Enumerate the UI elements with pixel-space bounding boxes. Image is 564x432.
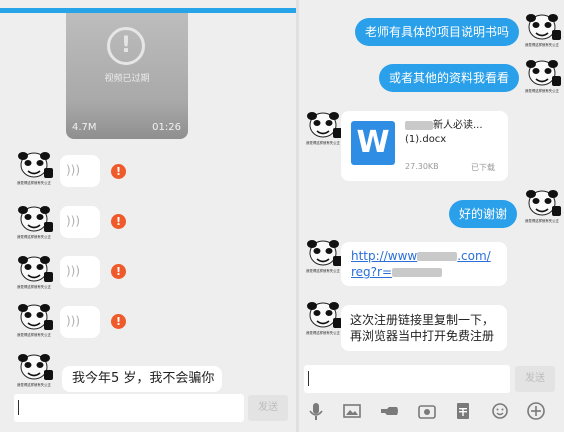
text-message-bubble[interactable]: 我今年5 岁，我不会骗你 xyxy=(62,366,222,392)
voice-wave-icon: ))) xyxy=(66,214,81,228)
avatar-caption: 我觉得这样就有失公正 xyxy=(306,269,340,273)
self-avatar[interactable]: 我觉得这样就有失公正 xyxy=(522,58,562,94)
avatar-caption: 我觉得这样就有失公正 xyxy=(525,43,559,47)
message-input[interactable] xyxy=(304,365,510,393)
text-message-bubble[interactable]: 这次注册链接里复制一下，再浏览器当中打开免费注册 xyxy=(341,305,507,351)
voice-message-bubble[interactable]: ))) xyxy=(60,206,100,238)
avatar[interactable]: 我觉得这样就有失公正 xyxy=(14,204,54,240)
self-avatar[interactable]: 我觉得这样就有失公正 xyxy=(522,188,562,224)
video-expired-label: 视频已过期 xyxy=(104,74,150,84)
contact-avatar[interactable]: 我觉得这样就有失公正 xyxy=(303,238,343,274)
avatar-caption: 我觉得这样就有失公正 xyxy=(17,235,51,239)
registration-link[interactable]: http://www .com/reg?r= xyxy=(351,249,491,279)
input-toolbar xyxy=(299,392,564,432)
link-message-bubble[interactable]: http://www .com/reg?r= xyxy=(341,242,507,286)
image-icon[interactable] xyxy=(341,400,363,422)
file-name: 新人必读... (1).docx xyxy=(405,119,483,147)
avatar[interactable]: 我觉得这样就有失公正 xyxy=(14,302,54,338)
voice-wave-icon: ))) xyxy=(66,163,81,177)
hand-icon[interactable] xyxy=(379,400,401,422)
sent-message-bubble[interactable]: 好的谢谢 xyxy=(449,200,518,228)
sent-message-bubble[interactable]: 或者其他的资料我看看 xyxy=(379,64,520,92)
sent-message-bubble[interactable]: 老师有具体的项目说明书吗 xyxy=(355,18,520,46)
send-failed-icon[interactable]: ! xyxy=(111,264,126,279)
contact-avatar[interactable]: 我觉得这样就有失公正 xyxy=(303,110,343,146)
avatar-caption: 我觉得这样就有失公正 xyxy=(525,219,559,223)
avatar[interactable]: 我觉得这样就有失公正 xyxy=(14,352,54,388)
avatar-caption: 我觉得这样就有失公正 xyxy=(17,333,51,337)
avatar-caption: 我觉得这样就有失公正 xyxy=(17,383,51,387)
file-attachment-card[interactable]: W 新人必读... (1).docx 27.30KB 已下载 xyxy=(341,111,508,181)
voice-wave-icon: ))) xyxy=(66,314,81,328)
avatar-caption: 我觉得这样就有失公正 xyxy=(525,89,559,93)
plus-icon[interactable] xyxy=(525,400,547,422)
left-chat-pane: ! 视频已过期 4.7M 01:26 我觉得这样就有失公正 ))) ! 我觉得这… xyxy=(0,0,296,432)
avatar-caption: 我觉得这样就有失公正 xyxy=(306,331,340,335)
video-size: 4.7M xyxy=(72,122,97,133)
voice-message-bubble[interactable]: ))) xyxy=(60,306,100,338)
red-packet-icon[interactable] xyxy=(452,400,474,422)
expired-video-card[interactable]: ! 视频已过期 4.7M 01:26 xyxy=(66,13,188,139)
download-status: 已下载 xyxy=(471,163,495,172)
redacted-text xyxy=(405,120,433,130)
avatar-caption: 我觉得这样就有失公正 xyxy=(17,285,51,289)
self-avatar[interactable]: 我觉得这样就有失公正 xyxy=(522,12,562,48)
emoji-icon[interactable] xyxy=(489,400,511,422)
send-button[interactable]: 发送 xyxy=(248,395,288,421)
file-name-line2: (1).docx xyxy=(405,134,447,145)
send-failed-icon[interactable]: ! xyxy=(111,164,126,179)
avatar-caption: 我觉得这样就有失公正 xyxy=(17,181,51,185)
alert-circle-icon: ! xyxy=(107,27,145,65)
avatar[interactable]: 我觉得这样就有失公正 xyxy=(14,150,54,186)
voice-message-bubble[interactable]: ))) xyxy=(60,155,100,187)
send-failed-icon[interactable]: ! xyxy=(111,314,126,329)
avatar[interactable]: 我觉得这样就有失公正 xyxy=(14,254,54,290)
file-size: 27.30KB xyxy=(405,162,439,171)
video-duration: 01:26 xyxy=(152,122,181,133)
voice-message-bubble[interactable]: ))) xyxy=(60,256,100,288)
contact-avatar[interactable]: 我觉得这样就有失公正 xyxy=(303,300,343,336)
word-document-icon: W xyxy=(351,121,395,165)
right-chat-pane: 老师有具体的项目说明书吗 我觉得这样就有失公正 或者其他的资料我看看 我觉得这样… xyxy=(299,0,564,432)
send-button[interactable]: 发送 xyxy=(515,366,555,392)
send-failed-icon[interactable]: ! xyxy=(111,214,126,229)
file-name-line1: 新人必读... xyxy=(433,120,483,131)
microphone-icon[interactable] xyxy=(305,400,327,422)
message-input[interactable] xyxy=(14,394,244,422)
camera-icon[interactable] xyxy=(416,400,438,422)
voice-wave-icon: ))) xyxy=(66,264,81,278)
text-caret xyxy=(308,371,309,386)
text-caret xyxy=(18,400,19,415)
avatar-caption: 我觉得这样就有失公正 xyxy=(306,141,340,145)
screenshot-root: ! 视频已过期 4.7M 01:26 我觉得这样就有失公正 ))) ! 我觉得这… xyxy=(0,0,564,432)
